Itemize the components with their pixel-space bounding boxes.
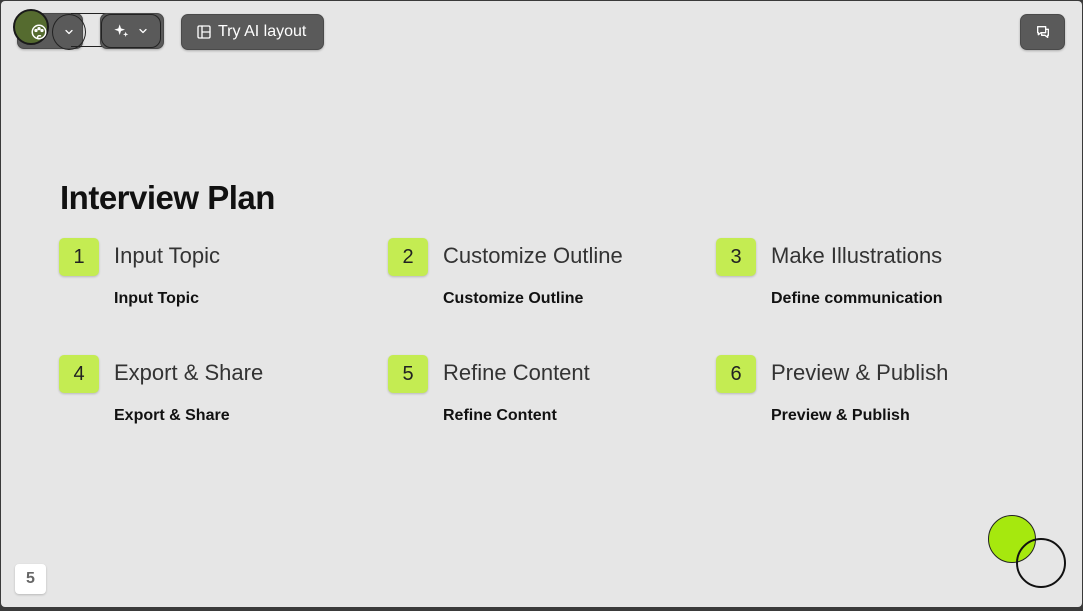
page-number-badge: 5 (15, 564, 46, 594)
step-number-badge: 1 (59, 238, 99, 276)
step-heading: Customize Outline (443, 243, 623, 268)
slide-canvas[interactable]: Try AI layout Interview Plan 1 Input Top… (1, 1, 1082, 607)
try-ai-layout-button[interactable]: Try AI layout (181, 14, 324, 50)
comments-button[interactable] (1020, 14, 1065, 50)
ai-assist-button[interactable] (100, 13, 164, 49)
step-subtitle: Preview & Publish (771, 407, 910, 424)
palette-icon[interactable] (30, 23, 48, 41)
step-heading: Preview & Publish (771, 360, 949, 385)
step-heading: Refine Content (443, 360, 590, 385)
step-heading: Make Illustrations (771, 243, 943, 268)
ai-button-outline (101, 14, 161, 48)
step-subtitle: Export & Share (114, 407, 230, 424)
step-number-badge: 4 (59, 355, 99, 393)
step-subtitle: Input Topic (114, 290, 200, 307)
step-heading: Export & Share (114, 360, 264, 385)
step-item[interactable]: 4 Export & Share Export & Share (59, 355, 359, 435)
step-item[interactable]: 1 Input Topic Input Topic (59, 238, 359, 318)
step-number-badge: 5 (388, 355, 428, 393)
step-item[interactable]: 5 Refine Content Refine Content (388, 355, 688, 435)
decorative-outline-circle (1016, 538, 1066, 588)
step-number-badge: 2 (388, 238, 428, 276)
step-number-badge: 6 (716, 355, 756, 393)
comment-icon (1035, 24, 1051, 40)
step-item[interactable]: 6 Preview & Publish Preview & Publish (716, 355, 1016, 435)
step-heading: Input Topic (114, 243, 221, 268)
layout-icon (196, 24, 212, 40)
slide-title[interactable]: Interview Plan (60, 179, 275, 217)
step-item[interactable]: 2 Customize Outline Customize Outline (388, 238, 688, 318)
step-subtitle: Define communication (771, 290, 943, 307)
try-ai-layout-label: Try AI layout (218, 23, 307, 40)
step-number-badge: 3 (716, 238, 756, 276)
step-subtitle: Customize Outline (443, 290, 584, 307)
step-item[interactable]: 3 Make Illustrations Define communicatio… (716, 238, 1016, 318)
step-subtitle: Refine Content (443, 407, 557, 424)
